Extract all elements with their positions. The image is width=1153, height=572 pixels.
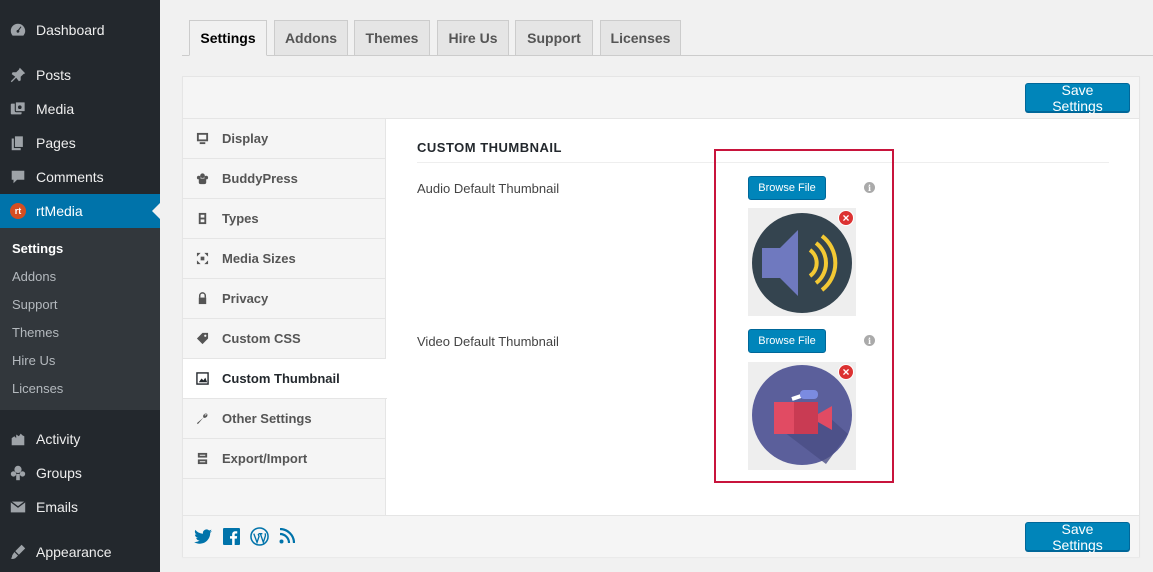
info-icon[interactable]: i <box>864 182 875 193</box>
tab-support[interactable]: Support <box>515 20 593 56</box>
groups-icon <box>0 464 36 482</box>
audio-thumbnail-preview <box>748 208 856 316</box>
menu-label: Posts <box>36 67 72 83</box>
menu-item-rtmedia[interactable]: rt rtMedia <box>0 194 160 228</box>
nav-buddypress[interactable]: BuddyPress <box>183 159 386 199</box>
nav-label: Other Settings <box>222 411 312 426</box>
rss-icon[interactable] <box>277 527 297 545</box>
panel-footer-bar: Save Settings <box>183 515 1139 557</box>
video-thumbnail-label: Video Default Thumbnail <box>417 334 559 349</box>
nav-label: Export/Import <box>222 451 308 466</box>
video-browse-file-button[interactable]: Browse File <box>748 329 826 353</box>
nav-custom-css[interactable]: Custom CSS <box>183 319 386 359</box>
submenu-settings[interactable]: Settings <box>12 241 63 256</box>
menu-label: rtMedia <box>36 203 83 219</box>
menu-label: Pages <box>36 135 76 151</box>
menu-label: Comments <box>36 169 104 185</box>
audio-thumbnail-label: Audio Default Thumbnail <box>417 181 560 196</box>
audio-browse-file-button[interactable]: Browse File <box>748 176 826 200</box>
info-icon[interactable]: i <box>864 335 875 346</box>
menu-label: Emails <box>36 499 79 515</box>
video-thumbnail-preview <box>748 362 856 470</box>
nav-label: Privacy <box>222 291 269 306</box>
wordpress-icon[interactable] <box>249 526 269 546</box>
tab-licenses[interactable]: Licenses <box>600 20 681 56</box>
tab-hire-us[interactable]: Hire Us <box>437 20 509 56</box>
speaker-icon <box>752 213 852 313</box>
media-icon <box>0 100 36 118</box>
pin-icon <box>0 66 36 84</box>
submenu-themes[interactable]: Themes <box>12 325 59 340</box>
brush-icon <box>0 543 36 561</box>
menu-label: Activity <box>36 431 81 447</box>
twitter-icon[interactable] <box>193 527 213 545</box>
nav-display[interactable]: Display <box>183 119 386 159</box>
dashboard-icon <box>0 21 36 39</box>
settings-side-nav: Display BuddyPress Types Media Sizes Pri… <box>183 119 387 515</box>
nav-label: BuddyPress <box>222 171 298 186</box>
tab-settings[interactable]: Settings <box>189 20 267 56</box>
nav-privacy[interactable]: Privacy <box>183 279 386 319</box>
nav-other-settings[interactable]: Other Settings <box>183 399 386 439</box>
menu-label: Media <box>36 101 75 117</box>
rtmedia-submenu: Settings Addons Support Themes Hire Us L… <box>0 228 160 410</box>
buddypress-icon <box>183 172 222 185</box>
nav-label: Custom Thumbnail <box>222 371 340 386</box>
nav-media-sizes[interactable]: Media Sizes <box>183 239 386 279</box>
nav-custom-thumbnail[interactable]: Custom Thumbnail <box>183 359 387 399</box>
menu-item-comments[interactable]: Comments <box>0 160 160 194</box>
tab-themes[interactable]: Themes <box>354 20 430 56</box>
menu-item-appearance[interactable]: Appearance <box>0 535 160 569</box>
film-strip-icon <box>183 212 222 225</box>
submenu-addons[interactable]: Addons <box>12 269 56 284</box>
rtmedia-logo-icon: rt <box>0 203 36 219</box>
tab-addons[interactable]: Addons <box>274 20 348 56</box>
submenu-licenses[interactable]: Licenses <box>12 381 63 396</box>
menu-item-posts[interactable]: Posts <box>0 58 160 92</box>
menu-label: Dashboard <box>36 22 105 38</box>
submenu-hire-us[interactable]: Hire Us <box>12 353 55 368</box>
panel-header-bar: Save Settings <box>183 77 1139 119</box>
save-settings-button-top[interactable]: Save Settings <box>1025 82 1130 114</box>
comment-icon <box>0 168 36 186</box>
settings-panel: Save Settings Display BuddyPress Types M… <box>182 76 1140 557</box>
section-title: CUSTOM THUMBNAIL <box>417 140 562 155</box>
activity-icon <box>0 430 36 448</box>
pages-icon <box>0 134 36 152</box>
menu-item-media[interactable]: Media <box>0 92 160 126</box>
image-icon <box>183 372 222 385</box>
video-camera-icon <box>752 365 852 465</box>
menu-item-activity[interactable]: Activity <box>0 422 160 456</box>
menu-item-groups[interactable]: Groups <box>0 456 160 490</box>
save-settings-button-bottom[interactable]: Save Settings <box>1025 521 1130 553</box>
tag-icon <box>183 332 222 345</box>
resize-icon <box>183 252 222 265</box>
nav-label: Display <box>222 131 269 146</box>
monitor-icon <box>183 132 222 145</box>
wrench-icon <box>183 412 222 425</box>
menu-item-pages[interactable]: Pages <box>0 126 160 160</box>
nav-label: Media Sizes <box>222 251 296 266</box>
nav-label: Types <box>222 211 259 226</box>
nav-label: Custom CSS <box>222 331 301 346</box>
export-icon <box>183 452 222 465</box>
admin-sidebar: Dashboard Posts Media Pages Comments rt … <box>0 0 160 572</box>
nav-export-import[interactable]: Export/Import <box>183 439 386 479</box>
email-icon <box>0 498 36 516</box>
lock-icon <box>183 292 222 305</box>
audio-remove-thumbnail-button[interactable]: × <box>838 210 854 226</box>
menu-item-emails[interactable]: Emails <box>0 490 160 524</box>
video-remove-thumbnail-button[interactable]: × <box>838 364 854 380</box>
menu-item-dashboard[interactable]: Dashboard <box>0 13 160 47</box>
nav-types[interactable]: Types <box>183 199 386 239</box>
submenu-support[interactable]: Support <box>12 297 58 312</box>
menu-label: Groups <box>36 465 82 481</box>
facebook-icon[interactable] <box>221 527 241 545</box>
menu-label: Appearance <box>36 544 112 560</box>
